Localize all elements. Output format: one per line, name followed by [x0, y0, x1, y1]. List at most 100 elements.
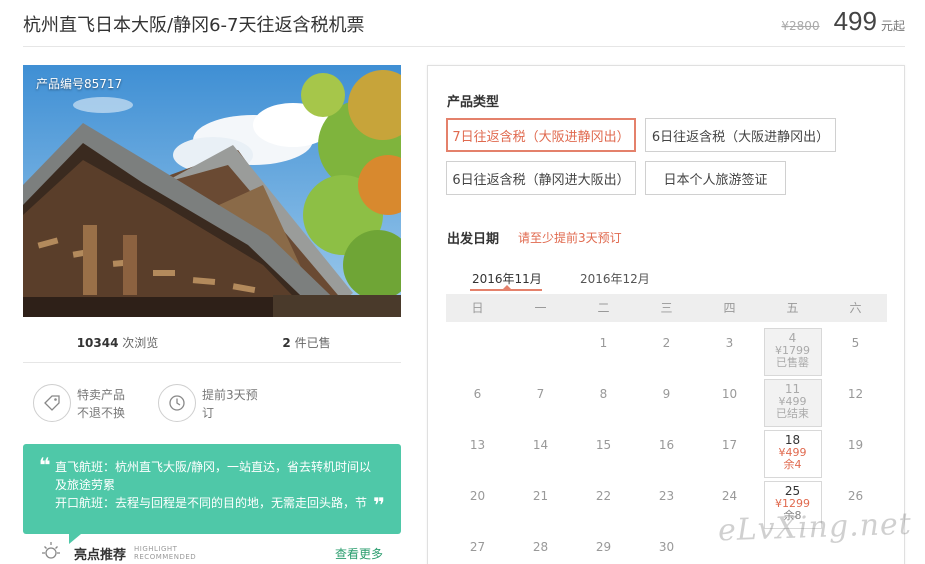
product-type-label: 产品类型	[447, 95, 500, 110]
calendar-day-number: 21	[532, 489, 549, 503]
feature-text: 特卖产品 不退不换	[77, 384, 125, 422]
calendar-day-number: 26	[847, 489, 864, 503]
calendar-day: 21	[512, 481, 570, 529]
option-7day-osaka-shizuoka[interactable]: 7日往返含税（大阪进静冈出）	[446, 118, 636, 152]
sold-count: 2	[282, 336, 291, 350]
calendar-day: 17	[701, 430, 759, 478]
option-japan-visa[interactable]: 日本个人旅游签证	[645, 161, 786, 195]
calendar-day-number: 11	[784, 382, 801, 396]
calendar-day: 4 ¥1799 已售罄	[763, 328, 822, 376]
views-stat: 10344 次浏览	[23, 326, 212, 362]
quote-open-icon: ❝	[39, 453, 51, 477]
sold-label: 件已售	[294, 336, 331, 350]
highlights-box: ❝ 直飞航班：杭州直飞大阪/静冈，一站直达，省去转机时间以 及旅途劳累 开口航班…	[23, 444, 401, 534]
clock-icon	[158, 384, 196, 422]
calendar-day-number: 19	[847, 438, 864, 452]
calendar-day-number: 14	[532, 438, 549, 452]
weekday-label: 六	[849, 301, 862, 315]
calendar-day: 22	[575, 481, 633, 529]
product-photo: 产品编号85717	[23, 65, 401, 317]
recommend-row: 亮点推荐 HIGHLIGHT RECOMMENDED 查看更多	[40, 542, 401, 564]
header-divider	[23, 46, 905, 47]
stats-divider	[23, 362, 401, 363]
calendar-day-status: 已结束	[776, 407, 809, 420]
calendar-day-number: 15	[595, 438, 612, 452]
calendar-day: 14	[512, 430, 570, 478]
current-price: 499	[833, 6, 877, 36]
stats-row: 10344 次浏览 2 件已售	[23, 326, 401, 362]
departure-note: 请至少提前3天预订	[518, 231, 622, 245]
option-6day-osaka-shizuoka[interactable]: 6日往返含税（大阪进静冈出）	[645, 118, 836, 152]
sold-stat: 2 件已售	[212, 326, 401, 362]
product-page: 杭州直飞日本大阪/静冈6-7天往返含税机票 ¥2800 499 元起 产品编号8…	[0, 0, 925, 564]
price-unit: 元起	[880, 19, 905, 33]
calendar-day-number: 6	[473, 387, 482, 401]
calendar-day: 10	[701, 379, 759, 427]
calendar-day: 27	[449, 532, 507, 564]
calendar-day-status: 余4	[783, 458, 802, 471]
recommend-sub-line: HIGHLIGHT	[134, 545, 178, 553]
calendar-weekday-header: 日 一 二 三 四 五 六	[446, 294, 887, 322]
highlight-line: 直飞航班：杭州直飞大阪/静冈，一站直达，省去转机时间以	[55, 460, 372, 474]
temple-roof-image	[23, 65, 401, 317]
recommend-label: 亮点推荐	[74, 547, 127, 563]
tab-month-dec[interactable]: 2016年12月	[580, 270, 650, 287]
calendar-day: 11 ¥499 已结束	[763, 379, 822, 427]
calendar-day-number: 16	[658, 438, 675, 452]
highlight-line: 及旅途劳累	[55, 478, 116, 492]
feature-line: 订	[202, 406, 215, 420]
calendar-day-number: 10	[721, 387, 738, 401]
watermark: eLvXing.net	[717, 506, 913, 549]
active-month-underline	[470, 289, 542, 291]
calendar-day-number: 17	[721, 438, 738, 452]
recommend-sub-line: RECOMMENDED	[134, 553, 197, 561]
feature-advance-booking: 提前3天预 订	[158, 384, 258, 422]
calendar-day-number: 12	[847, 387, 864, 401]
calendar-day: 13	[449, 430, 507, 478]
feature-line: 提前3天预	[202, 388, 258, 402]
calendar-day-number: 27	[469, 540, 486, 554]
views-count: 10344	[76, 336, 119, 350]
tag-icon	[33, 384, 71, 422]
weekday-label: 日	[471, 301, 484, 315]
calendar-day-number: 18	[784, 433, 801, 447]
calendar-day: 16	[638, 430, 696, 478]
calendar-day: 23	[638, 481, 696, 529]
calendar-day: 15	[575, 430, 633, 478]
weekday-label: 四	[723, 301, 736, 315]
calendar-day-number: 1	[599, 336, 608, 350]
calendar-day: 7	[512, 379, 570, 427]
highlight-line: 开口航班：去程与回程是不同的目的地，无需走回头路，节	[55, 496, 368, 510]
sun-icon	[40, 540, 62, 564]
active-month-arrow-icon	[503, 285, 511, 289]
calendar-day-number: 30	[658, 540, 675, 554]
weekday-label: 二	[597, 301, 610, 315]
calendar-day-number: 4	[788, 331, 797, 345]
calendar-day-status: 已售罄	[776, 356, 809, 369]
feature-line: 特卖产品	[77, 388, 126, 402]
calendar-day-number: 24	[721, 489, 738, 503]
calendar-day: 12	[827, 379, 885, 427]
view-more-link[interactable]: 查看更多	[335, 545, 383, 562]
calendar-day: 30	[638, 532, 696, 564]
calendar-day-number: 20	[469, 489, 486, 503]
quote-close-icon: ❞	[373, 493, 385, 517]
recommend-sub: HIGHLIGHT RECOMMENDED	[134, 545, 196, 561]
calendar-day-number: 2	[662, 336, 671, 350]
feature-line: 不退不换	[77, 406, 126, 420]
calendar-day-number: 23	[658, 489, 675, 503]
calendar-day-number: 22	[595, 489, 612, 503]
option-6day-shizuoka-osaka[interactable]: 6日往返含税（静冈进大阪出）	[446, 161, 636, 195]
calendar-day[interactable]: 18 ¥499 余4	[763, 430, 822, 478]
booking-panel: 产品类型 7日往返含税（大阪进静冈出） 6日往返含税（大阪进静冈出） 6日往返含…	[427, 65, 905, 564]
views-label: 次浏览	[122, 336, 159, 350]
calendar-day: 6	[449, 379, 507, 427]
departure-date-label: 出发日期	[447, 232, 500, 247]
calendar-day-number: 8	[599, 387, 608, 401]
feature-special-sale: 特卖产品 不退不换	[33, 384, 125, 422]
calendar-day-number: 29	[595, 540, 612, 554]
calendar-day: 28	[512, 532, 570, 564]
calendar-day-number: 28	[532, 540, 549, 554]
calendar-day: 19	[827, 430, 885, 478]
weekday-label: 五	[786, 301, 799, 315]
